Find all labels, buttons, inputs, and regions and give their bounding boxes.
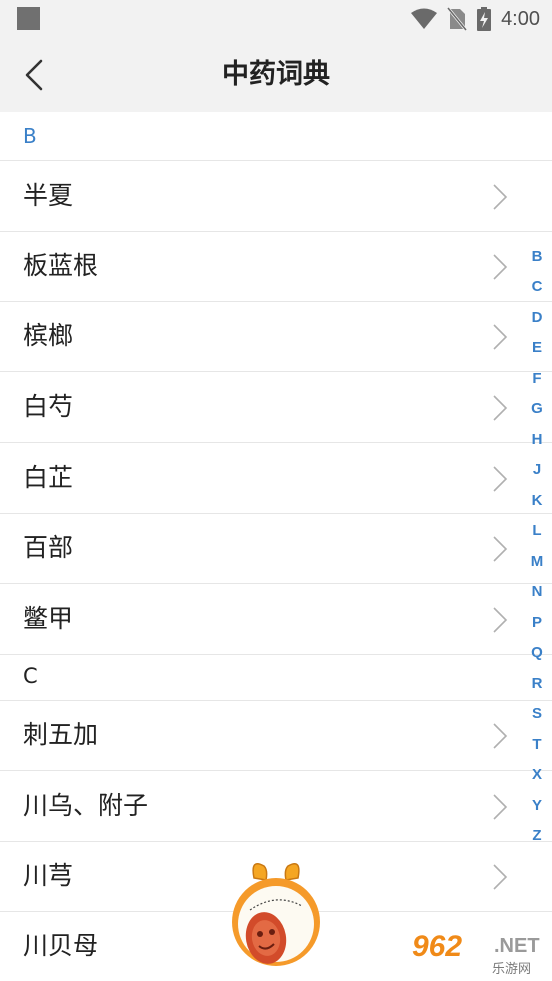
chevron-right-icon [493,324,508,350]
index-letter[interactable]: D [522,309,552,326]
list-item[interactable]: 川乌、附子 [0,771,552,842]
index-letter[interactable]: L [522,522,552,539]
back-chevron-icon [25,59,43,91]
section-header-b: B [0,112,552,161]
list-item[interactable]: 板蓝根 [0,231,552,302]
index-letter[interactable]: X [522,766,552,783]
item-name: 川芎 [23,861,74,890]
index-letter[interactable]: R [522,675,552,692]
status-time: 4:00 [501,7,540,30]
watermark-logo: 962 .NET 乐游网 [412,930,548,977]
index-letter[interactable]: Z [522,827,552,844]
chevron-right-icon [493,466,508,492]
item-name: 白芍 [23,392,74,421]
index-letter[interactable]: T [522,736,552,753]
list-item[interactable]: 百部 [0,513,552,584]
item-name: 板蓝根 [23,251,99,280]
page-title: 中药词典 [222,59,330,90]
item-name: 槟榔 [23,321,74,350]
index-letter[interactable]: N [522,583,552,600]
index-letter[interactable]: J [522,461,552,478]
index-letter[interactable]: H [522,431,552,448]
list-item[interactable]: 白芷 [0,443,552,514]
item-name: 刺五加 [23,720,99,749]
list-item[interactable]: 白芍 [0,372,552,443]
index-letter[interactable]: B [522,248,552,265]
index-letter[interactable]: Q [522,644,552,661]
index-letter[interactable]: P [522,614,552,631]
wifi-icon [411,8,438,29]
index-letter[interactable]: F [522,370,552,387]
chevron-right-icon [493,536,508,562]
section-header-c: C [0,654,552,701]
alphabet-index-bar[interactable]: B C D E F G H J K L M N P Q R S T X Y Z [522,242,552,854]
index-letter[interactable]: S [522,705,552,722]
item-name: 半夏 [23,181,74,210]
index-letter[interactable]: Y [522,797,552,814]
no-sim-icon [447,7,468,31]
chevron-right-icon [493,395,508,421]
item-name: 川贝母 [23,931,99,960]
list-item[interactable]: 鳖甲 [0,584,552,655]
item-name: 白芷 [23,463,74,492]
status-icons: 4:00 [411,6,540,32]
item-name: 鳖甲 [23,604,74,633]
section-letter: C [23,664,38,688]
chevron-right-icon [493,723,508,749]
watermark-number: 962 [412,930,463,963]
back-button[interactable] [14,54,54,96]
chevron-right-icon [493,607,508,633]
watermark-suffix: .NET [494,935,540,957]
watermark-site-name: 乐游网 [492,962,532,977]
chevron-right-icon [493,254,508,280]
section-letter: B [23,124,37,148]
index-letter[interactable]: M [522,553,552,570]
index-letter[interactable]: E [522,339,552,356]
item-name: 百部 [23,533,74,562]
notification-icon [17,7,40,30]
list-item[interactable]: 槟榔 [0,301,552,372]
mascot-sticker-icon[interactable] [226,858,326,976]
list-item[interactable]: 刺五加 [0,700,552,771]
item-name: 川乌、附子 [23,791,149,820]
index-letter[interactable]: C [522,278,552,295]
chevron-right-icon [493,864,508,890]
battery-charging-icon [477,7,492,31]
status-bar: 4:00 [0,0,552,38]
chevron-right-icon [493,794,508,820]
chevron-right-icon [493,184,508,210]
list-item[interactable]: 半夏 [0,161,552,232]
index-letter[interactable]: G [522,400,552,417]
app-header: 中药词典 [0,38,552,112]
index-letter[interactable]: K [522,492,552,509]
